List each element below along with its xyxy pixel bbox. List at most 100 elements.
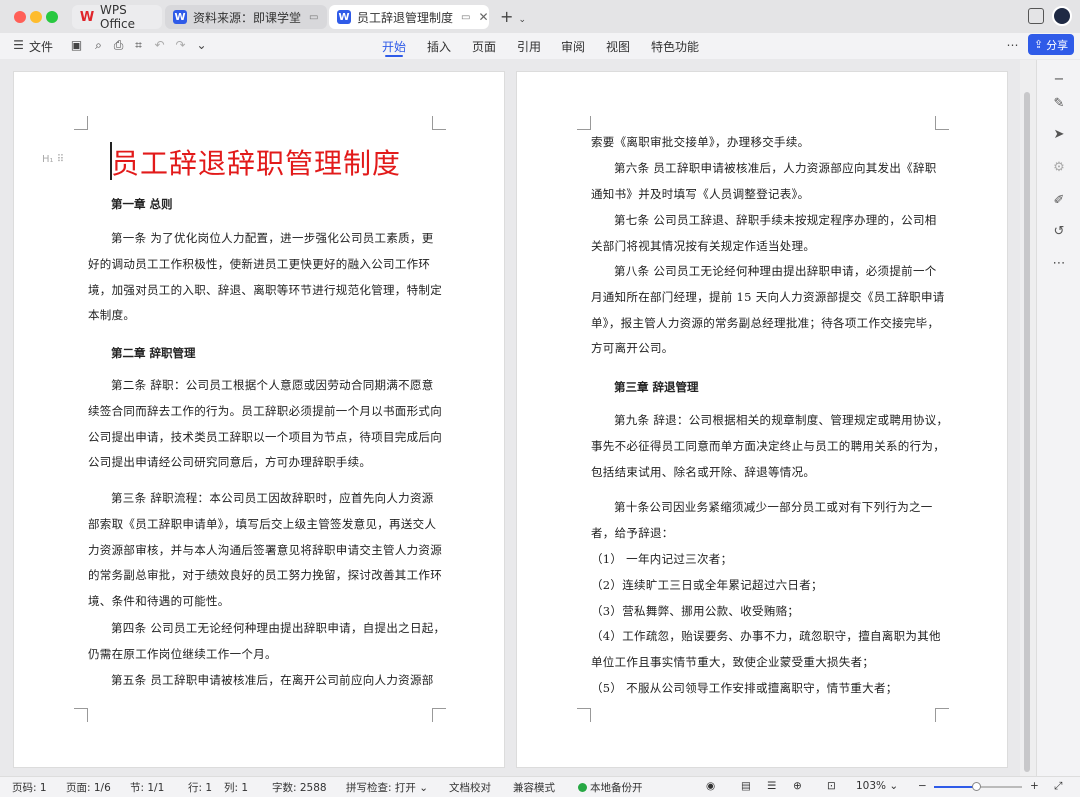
undo-icon[interactable]: ↶ [153,39,166,52]
tab-special-features[interactable]: 特色功能 [651,38,699,55]
minus-icon[interactable]: − [1051,72,1067,88]
section-indicator[interactable]: 节: 1/1 [130,780,164,795]
article-8[interactable]: 第八条 公司员工无论经何种理由提出辞职申请，必须提前一个 月通知所在部门经理，提… [591,259,945,362]
outline-view-icon[interactable]: ☰ [767,780,776,792]
chapter-heading[interactable]: 第三章 辞退管理 [614,379,699,395]
scrollbar-thumb[interactable] [1024,92,1030,772]
article-6[interactable]: 第六条 员工辞职申请被核准后，人力资源部应向其发出《辞职 通知书》并及时填写《人… [591,156,937,208]
paragraph-line: 本制度。 [88,308,136,323]
tab-home[interactable]: 开始 [382,38,406,55]
paragraph-line: 包括结束试用、除名或开除、辞退等情况。 [591,464,816,479]
article-9[interactable]: 第九条 辞退：公司根据相关的规章制度、管理规定或聘用协议， 事先不必征得员工同意… [591,408,948,485]
print-icon[interactable]: ⎙ [112,39,125,52]
fit-page-icon[interactable]: ⊡ [827,780,836,792]
pen-icon[interactable]: ✎ [1051,96,1067,112]
share-label: 分享 [1046,38,1069,52]
layout-icon[interactable] [1028,8,1044,24]
redo-icon[interactable]: ↷ [174,39,187,52]
menu-icon[interactable]: ☰ [12,39,25,52]
margin-corner [577,116,591,130]
local-backup-toggle[interactable]: 本地备份开 [578,780,643,795]
page-view-icon[interactable]: ▤ [741,780,751,792]
close-window-button[interactable] [14,11,26,23]
list-item: （3）营私舞弊、挪用公款、收受贿赂； [591,603,800,618]
settings-sliders-icon[interactable]: ⚙ [1051,160,1067,176]
margin-corner [432,116,446,130]
word-doc-icon: W [337,10,351,24]
more-options-icon[interactable]: ⋯ [1006,39,1019,52]
tab-source-doc[interactable]: W 资料来源：即课学堂 ▭ [165,5,327,29]
print-preview-icon[interactable]: ⌗ [132,39,145,52]
avatar[interactable] [1052,6,1072,26]
backup-status-icon [578,783,587,792]
zoom-out-icon[interactable]: − [918,780,927,792]
close-tab-icon[interactable]: ✕ [478,10,488,24]
spell-check-toggle[interactable]: 拼写检查: 打开 ⌄ [346,780,428,795]
minimize-window-button[interactable] [30,11,42,23]
tab-insert[interactable]: 插入 [427,38,451,55]
history-icon[interactable]: ↺ [1051,224,1067,240]
page-number[interactable]: 页码: 1 [12,780,47,795]
active-tab-indicator [385,55,403,57]
article-3[interactable]: 第三条 辞职流程：本公司员工因故辞职时，应首先向人力资源 部索取《员工辞职申请单… [88,486,442,615]
tab-wps-office[interactable]: W WPS Office [72,3,162,31]
margin-corner [74,708,88,722]
backup-label: 本地备份开 [590,782,643,794]
tab-current-doc[interactable]: W 员工辞退管理制度 ▭ ✕ [329,5,489,29]
zoom-in-icon[interactable]: + [1030,780,1039,792]
save-icon[interactable]: ▣ [70,39,83,52]
article-1[interactable]: 第一条 为了优化岗位人力配置，进一步强化公司员工素质，更 好的调动员工工作积极性… [88,226,442,329]
share-button[interactable]: ⇪ 分享 [1028,34,1074,55]
margin-corner [935,116,949,130]
chevron-down-icon[interactable]: ⌄ [195,39,208,52]
cursor-icon[interactable]: ➤ [1051,127,1067,143]
article-2[interactable]: 第二条 辞职：公司员工根据个人意愿或因劳动合同期满不愿意 续签合同而辞去工作的行… [88,373,442,476]
paragraph-line: 部索取《员工辞职申请单》，填写后交上级主管签发意见，再送交人 [88,516,437,531]
zoom-slider-fill [934,786,977,788]
word-count[interactable]: 字数: 2588 [272,780,327,795]
article-10[interactable]: 第十条公司因业务紧缩须减少一部分员工或对有下列行为之一 者，给予辞退： [591,495,933,547]
row-indicator: 行: 1 [188,782,213,794]
zoom-slider[interactable] [934,782,1022,791]
tab-label: WPS Office [100,3,136,31]
paragraph-line: 方可离开公司。 [591,341,674,356]
page-2[interactable]: 索要《离职审批交接单》，办理移交手续。 第六条 员工辞职申请被核准后，人力资源部… [516,71,1008,768]
paragraph-line: 第十条公司因业务紧缩须减少一部分员工或对有下列行为之一 [614,500,933,514]
maximize-window-button[interactable] [46,11,58,23]
article-4[interactable]: 第四条 公司员工无论经何种理由提出辞职申请，自提出之日起， 仍需在原工作岗位继续… [88,616,445,668]
list-item: （5） 不服从公司领导工作安排或擅离职守，情节重大者； [591,680,898,695]
paragraph-line: 第四条 公司员工无论经何种理由提出辞职申请，自提出之日起， [111,621,446,635]
export-icon[interactable]: ⌕ [92,39,105,52]
web-view-icon[interactable]: ⊕ [793,780,802,792]
article-5-continued[interactable]: 索要《离职审批交接单》，办理移交手续。 [591,130,809,156]
article-10-list[interactable]: （1） 一年内记过三次者； （2）连续旷工三日或全年累记超过六日者； （3）营私… [591,547,941,702]
tab-references[interactable]: 引用 [517,38,541,55]
ai-edit-icon[interactable]: ✐ [1051,193,1067,209]
new-tab-button[interactable]: + ⌄ [500,7,526,26]
chapter-heading[interactable]: 第二章 辞职管理 [111,345,196,361]
page-1[interactable]: H₁ ⠿ 员工辞退辞职管理制度 第一章 总则 第一条 为了优化岗位人力配置，进一… [13,71,505,768]
more-icon[interactable]: ⋯ [1051,256,1067,272]
margin-corner [432,708,446,722]
monitor-icon: ▭ [461,11,471,23]
file-menu[interactable]: 文件 [29,38,53,55]
tab-page[interactable]: 页面 [472,38,496,55]
zoom-slider-knob[interactable] [972,782,982,791]
paragraph-line: 通知书》并及时填写《人员调整登记表》。 [591,186,810,201]
heading-drag-handle-icon[interactable]: H₁ ⠿ [42,154,64,165]
document-proofread-button[interactable]: 文档校对 [449,780,491,795]
fullscreen-icon[interactable]: ⤢ [1054,780,1062,793]
tab-label: 员工辞退管理制度 [357,10,454,25]
paragraph-line: 第二条 辞职：公司员工根据个人意愿或因劳动合同期满不愿意 [111,378,434,392]
eye-icon[interactable]: ◉ [706,780,715,792]
zoom-level[interactable]: 103% ⌄ [856,780,898,792]
list-item: （4）工作疏忽，贻误要务、办事不力，疏忽职守，擅自离职为其他 [591,629,941,644]
chapter-heading[interactable]: 第一章 总则 [111,196,173,212]
document-title[interactable]: 员工辞退辞职管理制度 [111,142,401,182]
article-5[interactable]: 第五条 员工辞职申请被核准后，在离开公司前应向人力资源部 [88,668,434,694]
tab-view[interactable]: 视图 [606,38,630,55]
article-7[interactable]: 第七条 公司员工辞退、辞职手续未按规定程序办理的，公司相 关部门将视其情况按有关… [591,208,937,260]
tab-review[interactable]: 审阅 [561,38,585,55]
page-count[interactable]: 页面: 1/6 [66,780,111,795]
vertical-scrollbar[interactable] [1020,60,1036,776]
